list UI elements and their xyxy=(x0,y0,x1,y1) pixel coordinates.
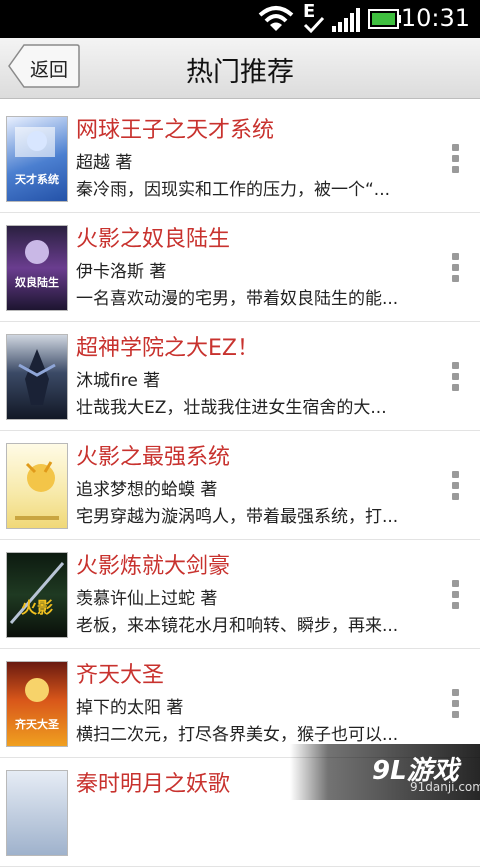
book-title: 火影之奴良陆生 xyxy=(76,227,231,252)
more-options-icon[interactable] xyxy=(452,471,460,501)
book-author: 羡慕许仙上过蛇 著 xyxy=(76,589,218,609)
book-author: 沐城fire 著 xyxy=(76,371,161,391)
list-item[interactable]: 火影之最强系统 追求梦想的蛤蟆 著 宅男穿越为漩涡鸣人，带着最强系统，打... xyxy=(0,431,480,540)
book-cover xyxy=(6,770,68,856)
book-title: 秦时明月之妖歌 xyxy=(76,772,231,797)
book-title: 网球王子之天才系统 xyxy=(76,118,275,143)
watermark-url: 91danji.com xyxy=(410,780,480,794)
book-title: 火影炼就大剑豪 xyxy=(76,554,231,579)
book-description: 宅男穿越为漩涡鸣人，带着最强系统，打... xyxy=(76,507,399,527)
book-description: 横扫二次元，打尽各界美女，猴子也可以... xyxy=(76,725,399,745)
book-title: 齐天大圣 xyxy=(76,663,165,688)
cover-art: 天才系统 xyxy=(15,127,59,186)
cover-art xyxy=(18,349,56,405)
book-description: 老板，来本镜花水月和响转、瞬步，再来... xyxy=(76,616,399,636)
more-options-icon[interactable] xyxy=(452,253,460,283)
book-author: 超越 著 xyxy=(76,153,133,173)
book-description: 一名喜欢动漫的宅男，带着奴良陆生的能... xyxy=(76,289,399,309)
book-cover: 天才系统 xyxy=(6,116,68,202)
book-cover: 奴良陆生 xyxy=(6,225,68,311)
title-bar: 返回 热门推荐 xyxy=(0,38,480,99)
cover-art: 奴良陆生 xyxy=(14,240,59,289)
cover-art: 火影 xyxy=(9,562,65,624)
cover-text: 齐天大圣 xyxy=(15,717,60,731)
page-title: 热门推荐 xyxy=(186,57,294,88)
book-cover xyxy=(6,334,68,420)
status-time: 10:31 xyxy=(400,4,470,32)
battery-icon xyxy=(368,9,401,29)
cover-text: 奴良陆生 xyxy=(14,275,59,289)
sync-check-icon xyxy=(303,16,325,34)
book-cover: 火影 xyxy=(6,552,68,638)
wifi-icon xyxy=(258,6,294,31)
more-options-icon[interactable] xyxy=(452,580,460,610)
list-item[interactable]: 火影 火影炼就大剑豪 羡慕许仙上过蛇 著 老板，来本镜花水月和响转、瞬步，再来.… xyxy=(0,540,480,649)
watermark: 9L游戏 91danji.com xyxy=(290,744,480,800)
cover-text: 火影 xyxy=(21,598,53,617)
more-options-icon[interactable] xyxy=(452,689,460,719)
book-author: 追求梦想的蛤蟆 著 xyxy=(76,480,218,500)
cover-art xyxy=(15,461,59,520)
book-title: 超神学院之大EZ！ xyxy=(76,336,259,361)
list-item[interactable]: 奴良陆生 火影之奴良陆生 伊卡洛斯 著 一名喜欢动漫的宅男，带着奴良陆生的能..… xyxy=(0,213,480,322)
cover-text: 天才系统 xyxy=(15,172,59,186)
cover-art: 齐天大圣 xyxy=(15,678,60,731)
book-cover: 齐天大圣 xyxy=(6,661,68,747)
status-bar: E 10:31 xyxy=(0,0,480,38)
list-item[interactable]: 天才系统 网球王子之天才系统 超越 著 秦冷雨，因现实和工作的压力，被一个“..… xyxy=(0,104,480,213)
book-cover xyxy=(6,443,68,529)
book-author: 掉下的太阳 著 xyxy=(76,698,184,718)
signal-icon xyxy=(332,8,360,32)
book-author: 伊卡洛斯 著 xyxy=(76,262,167,282)
book-description: 秦冷雨，因现实和工作的压力，被一个“... xyxy=(76,180,391,200)
list-item[interactable]: 超神学院之大EZ！ 沐城fire 著 壮哉我大EZ，壮哉我住进女生宿舍的大... xyxy=(0,322,480,431)
more-options-icon[interactable] xyxy=(452,144,460,174)
more-options-icon[interactable] xyxy=(452,362,460,392)
book-description: 壮哉我大EZ，壮哉我住进女生宿舍的大... xyxy=(76,398,387,418)
book-title: 火影之最强系统 xyxy=(76,445,231,470)
list-item[interactable]: 齐天大圣 齐天大圣 掉下的太阳 著 横扫二次元，打尽各界美女，猴子也可以... xyxy=(0,649,480,758)
